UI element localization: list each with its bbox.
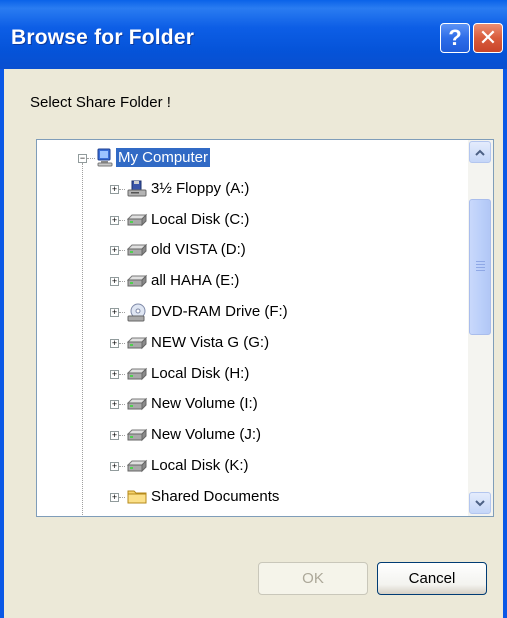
tree-item-label: DVD-RAM Drive (F:) — [151, 303, 288, 320]
collapse-toggle[interactable]: − — [78, 154, 87, 163]
tree-item-label: Shared Documents — [151, 487, 280, 505]
expand-toggle[interactable]: + — [110, 308, 119, 317]
tree-item-new-volume-i[interactable]: + New Volume (I:) — [37, 392, 467, 416]
cancel-button[interactable]: Cancel — [377, 562, 487, 595]
chevron-up-icon — [475, 149, 485, 156]
tree-item-shared-documents[interactable]: + Shared Documents — [37, 485, 467, 509]
tree-connector — [87, 158, 95, 159]
browse-for-folder-dialog: Browse for Folder ? ✕ Select Share Folde… — [0, 0, 507, 618]
tree-connector — [119, 312, 125, 313]
thumb-grip — [476, 261, 485, 262]
tree-connector — [119, 188, 125, 190]
thumb-grip — [476, 264, 485, 265]
tree-item-local-disk-k[interactable]: + Local Disk (K:) — [37, 454, 467, 478]
expand-toggle[interactable]: + — [110, 492, 119, 502]
expand-toggle[interactable]: + — [110, 184, 119, 194]
hard-drive-icon — [126, 367, 148, 385]
tree-connector — [119, 342, 125, 344]
tree-item-new-vista-g-g[interactable]: + NEW Vista G (G:) — [37, 331, 467, 355]
hard-drive-icon — [126, 336, 148, 354]
tree-item-label: Local Disk (H:) — [151, 364, 250, 382]
scroll-up-button[interactable] — [469, 141, 491, 163]
tree-connector — [119, 281, 125, 283]
tree-connector — [119, 404, 125, 406]
tree-item-guest-s-documents[interactable]: +Guest's Documents — [37, 516, 467, 517]
tree-item-local-disk-h[interactable]: + Local Disk (H:) — [37, 362, 467, 386]
hard-drive-icon — [126, 397, 148, 415]
close-icon: ✕ — [478, 25, 498, 50]
tree-item-my-computer[interactable]: − My Computer — [37, 146, 467, 170]
tree-item-3-floppy-a[interactable]: +3½ Floppy (A:) — [37, 177, 467, 201]
tree-item-label: New Volume (I:) — [151, 395, 258, 413]
tree-item-label: New Volume (J:) — [151, 426, 262, 444]
hard-drive-icon — [126, 428, 148, 446]
ok-button[interactable]: OK — [258, 562, 368, 595]
tree-item-label: 3½ Floppy (A:) — [151, 179, 250, 197]
folder-tree[interactable]: − My Computer +3½ Floppy (A:) + Local Disk (… — [36, 139, 494, 517]
expand-toggle[interactable]: + — [110, 369, 119, 379]
dvd-drive-icon — [127, 303, 147, 322]
expand-toggle[interactable]: + — [110, 246, 119, 256]
expand-toggle[interactable]: + — [110, 400, 119, 410]
vertical-scrollbar[interactable] — [468, 140, 493, 516]
tree-connector — [119, 250, 125, 252]
tree-item-label: all HAHA (E:) — [151, 272, 240, 290]
tree-connector — [119, 219, 125, 221]
help-button[interactable]: ? — [440, 23, 470, 53]
expand-toggle[interactable]: + — [110, 462, 119, 471]
tree-item-label: Local Disk (K:) — [151, 457, 249, 474]
close-button[interactable]: ✕ — [473, 23, 503, 53]
hard-drive-icon — [126, 274, 148, 292]
tree-item-label: old VISTA (D:) — [151, 241, 246, 259]
tree-item-old-vista-d[interactable]: + old VISTA (D:) — [37, 238, 467, 262]
scroll-thumb[interactable] — [469, 199, 491, 335]
tree-item-all-haha-e[interactable]: + all HAHA (E:) — [37, 269, 467, 293]
tree-connector — [119, 435, 125, 437]
tree-item-new-volume-j[interactable]: + New Volume (J:) — [37, 423, 467, 447]
thumb-grip — [476, 270, 485, 271]
window-title: Browse for Folder — [11, 26, 195, 49]
my-computer-icon — [95, 148, 115, 167]
thumb-grip — [476, 267, 485, 268]
tree-connector — [119, 496, 125, 498]
expand-toggle[interactable]: + — [110, 338, 119, 348]
tree-connector — [119, 466, 125, 467]
help-icon: ? — [448, 25, 462, 50]
tree-connector — [119, 373, 125, 375]
expand-toggle[interactable]: + — [110, 277, 119, 287]
title-bar[interactable]: Browse for Folder ? ✕ — [0, 0, 507, 69]
expand-toggle[interactable]: + — [110, 431, 119, 441]
tree-item-dvd-ram-drive-f[interactable]: + DVD-RAM Drive (F:) — [37, 300, 467, 324]
hard-drive-icon — [126, 459, 148, 477]
prompt-text: Select Share Folder ! — [30, 94, 171, 111]
tree-item-label: My Computer — [116, 148, 211, 167]
scroll-down-button[interactable] — [469, 492, 491, 514]
floppy-drive-icon — [127, 180, 147, 198]
hard-drive-icon — [126, 243, 148, 261]
chevron-down-icon — [475, 499, 485, 506]
hard-drive-icon — [126, 213, 148, 231]
folder-icon — [127, 488, 147, 506]
tree-item-label: NEW Vista G (G:) — [151, 333, 270, 351]
tree-item-label: Local Disk (C:) — [151, 210, 250, 228]
expand-toggle[interactable]: + — [110, 215, 119, 225]
tree-item-local-disk-c[interactable]: + Local Disk (C:) — [37, 208, 467, 232]
